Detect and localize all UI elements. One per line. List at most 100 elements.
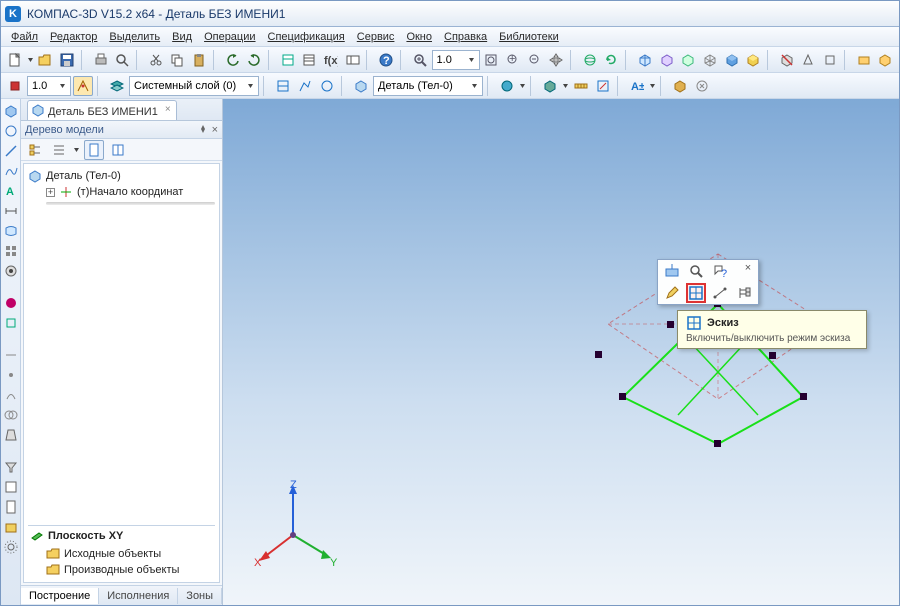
properties-button[interactable] <box>278 50 298 70</box>
menu-help[interactable]: Справка <box>438 29 493 45</box>
tree-caret-icon[interactable] <box>73 143 80 157</box>
zoom-out-button[interactable] <box>525 50 545 70</box>
view-side-button[interactable] <box>678 50 698 70</box>
close-icon[interactable]: × <box>163 105 173 115</box>
settings-icon[interactable] <box>3 539 19 555</box>
redo-button[interactable] <box>244 50 264 70</box>
open-button[interactable] <box>36 50 56 70</box>
layer-dd[interactable]: Системный слой (0) <box>129 76 259 96</box>
text-caret-icon[interactable] <box>649 79 656 93</box>
tab-exec[interactable]: Исполнения <box>99 588 178 604</box>
hole-icon[interactable] <box>3 263 19 279</box>
part-dd[interactable]: Деталь (Тел-0) <box>373 76 483 96</box>
text-button[interactable]: A± <box>627 76 647 96</box>
bodies-button[interactable] <box>351 76 371 96</box>
orbit-button[interactable] <box>580 50 600 70</box>
tree-plane[interactable]: Плоскость XY <box>28 526 215 546</box>
menu-edit[interactable]: Редактор <box>44 29 103 45</box>
tool-sk2-button[interactable] <box>295 76 315 96</box>
measure-button[interactable] <box>571 76 591 96</box>
panel-close-icon[interactable]: × <box>212 124 218 136</box>
dim-icon[interactable] <box>3 203 19 219</box>
popup-whatsthis-icon[interactable]: ? <box>710 261 730 281</box>
thin-icon[interactable] <box>3 347 19 363</box>
filter-icon[interactable] <box>3 459 19 475</box>
handle[interactable] <box>769 352 776 359</box>
handle[interactable] <box>667 321 674 328</box>
surface-icon[interactable] <box>3 223 19 239</box>
tab-zones[interactable]: Зоны <box>178 588 222 604</box>
save-button[interactable] <box>57 50 77 70</box>
point-icon[interactable] <box>3 367 19 383</box>
render-caret-icon[interactable] <box>519 79 526 93</box>
menu-service[interactable]: Сервис <box>351 29 401 45</box>
print-button[interactable] <box>91 50 111 70</box>
letter-a-icon[interactable]: A <box>3 183 19 199</box>
display-caret-icon[interactable] <box>562 79 569 93</box>
sketch-toggle-button[interactable] <box>593 76 613 96</box>
view-front-button[interactable] <box>657 50 677 70</box>
undo-button[interactable] <box>223 50 243 70</box>
menu-select[interactable]: Выделить <box>103 29 166 45</box>
tree-tool-icon[interactable] <box>25 140 45 160</box>
cut-button[interactable] <box>146 50 166 70</box>
color-icon[interactable] <box>3 295 19 311</box>
preview-button[interactable] <box>112 50 132 70</box>
snap-button[interactable] <box>73 76 93 96</box>
tool-a-button[interactable] <box>854 50 874 70</box>
intersect-icon[interactable] <box>3 407 19 423</box>
zoom-in-button[interactable]: + <box>503 50 523 70</box>
pan-button[interactable] <box>546 50 566 70</box>
tree-struct-icon[interactable] <box>108 140 128 160</box>
popup-edit-icon[interactable] <box>662 283 682 303</box>
tree-src[interactable]: Исходные объекты <box>28 546 215 562</box>
spec-icon[interactable] <box>3 479 19 495</box>
render-button[interactable] <box>497 76 517 96</box>
tab-build[interactable]: Построение <box>21 588 99 604</box>
fx-button[interactable]: f(x) <box>321 50 341 70</box>
array-icon[interactable] <box>3 243 19 259</box>
lineweight-dd[interactable]: 1.0 <box>27 76 71 96</box>
display-button[interactable] <box>540 76 560 96</box>
popup-sketch-icon[interactable] <box>686 283 706 303</box>
sketch-button[interactable] <box>273 76 293 96</box>
help-button[interactable]: ? <box>376 50 396 70</box>
expand-icon[interactable]: + <box>46 188 55 197</box>
menu-view[interactable]: Вид <box>166 29 198 45</box>
constraint-icon[interactable] <box>3 315 19 331</box>
simplify-button[interactable] <box>820 50 840 70</box>
view-wire-button[interactable] <box>700 50 720 70</box>
menu-libs[interactable]: Библиотеки <box>493 29 565 45</box>
refresh-button[interactable] <box>602 50 622 70</box>
bom-button[interactable] <box>300 50 320 70</box>
zoom-window-button[interactable] <box>410 50 430 70</box>
lib-icon[interactable] <box>3 519 19 535</box>
perspective-button[interactable] <box>799 50 819 70</box>
tree-flat-icon[interactable] <box>49 140 69 160</box>
curve-icon[interactable] <box>3 387 19 403</box>
copy-button[interactable] <box>168 50 188 70</box>
pin-icon[interactable] <box>198 124 208 134</box>
cube-icon[interactable] <box>3 103 19 119</box>
report-icon[interactable] <box>3 499 19 515</box>
dropdown-caret-icon[interactable] <box>27 53 34 67</box>
view-iso-button[interactable] <box>635 50 655 70</box>
line-icon[interactable] <box>3 143 19 159</box>
popup-dims-icon[interactable] <box>710 283 730 303</box>
stop-button[interactable] <box>5 76 25 96</box>
menu-spec[interactable]: Спецификация <box>262 29 351 45</box>
new-button[interactable] <box>5 50 25 70</box>
mass-icon[interactable] <box>3 427 19 443</box>
popup-normal-to-icon[interactable] <box>662 261 682 281</box>
section-button[interactable] <box>777 50 797 70</box>
vars-button[interactable] <box>343 50 363 70</box>
view-shaded-button[interactable] <box>722 50 742 70</box>
popup-zoom-icon[interactable] <box>686 261 706 281</box>
view-shaded-edges-button[interactable] <box>743 50 763 70</box>
tool-b-button[interactable] <box>875 50 895 70</box>
handle[interactable] <box>619 393 626 400</box>
tree-deriv[interactable]: Производные объекты <box>28 562 215 578</box>
menu-file[interactable]: Файл <box>5 29 44 45</box>
viewport[interactable]: Z X Y × ? <box>223 99 899 605</box>
handle[interactable] <box>800 393 807 400</box>
